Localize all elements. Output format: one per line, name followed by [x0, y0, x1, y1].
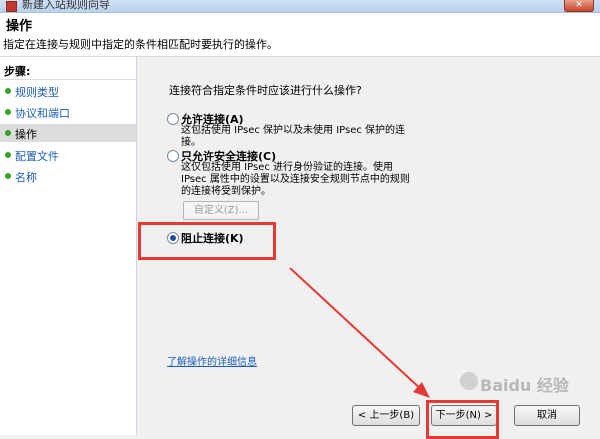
- annotation-arrow: [289, 267, 430, 398]
- watermark: Baidu 经验: [480, 376, 569, 395]
- baidu-paw-icon: [460, 372, 478, 390]
